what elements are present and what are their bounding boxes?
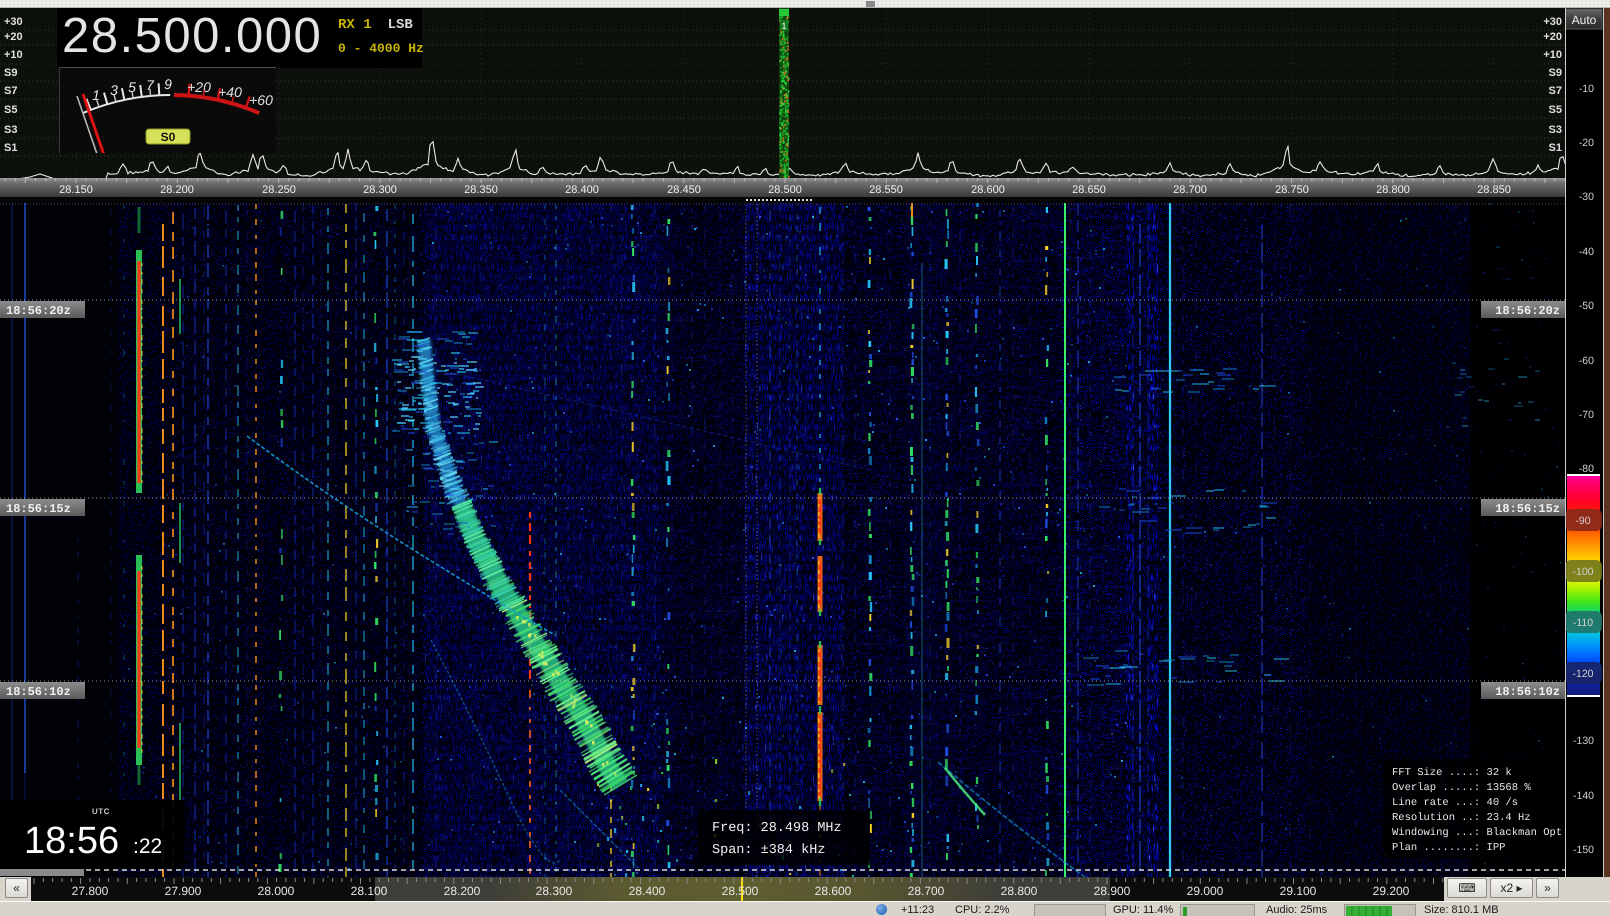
svg-text:28.300: 28.300 (536, 884, 573, 898)
svg-text:-70: -70 (1579, 409, 1594, 421)
svg-text:18:56:10z: 18:56:10z (6, 685, 71, 699)
svg-text:28.400: 28.400 (629, 884, 666, 898)
svg-text:FFT Size ....: 32 k: FFT Size ....: 32 k (1392, 767, 1512, 779)
svg-text:+20: +20 (187, 79, 211, 95)
svg-text:28.600: 28.600 (815, 884, 852, 898)
svg-text:28.550: 28.550 (869, 184, 903, 196)
svg-text:1: 1 (92, 87, 100, 103)
svg-text:Plan ........: IPP: Plan ........: IPP (1392, 842, 1505, 854)
svg-text:Overlap .....: 13568 %: Overlap .....: 13568 % (1392, 782, 1531, 794)
svg-text:27.900: 27.900 (165, 884, 202, 898)
svg-text:Span: ±384 kHz: Span: ±384 kHz (712, 843, 825, 858)
svg-text:-60: -60 (1579, 355, 1594, 367)
svg-text:-120: -120 (1572, 668, 1593, 680)
svg-text:28.700: 28.700 (1173, 184, 1207, 196)
svg-text:9: 9 (164, 76, 172, 92)
svg-text:+60: +60 (249, 92, 273, 108)
svg-text:Freq: 28.498 MHz: Freq: 28.498 MHz (712, 821, 842, 836)
svg-text:-40: -40 (1579, 246, 1594, 258)
svg-text:-140: -140 (1573, 790, 1594, 802)
svg-text:-30: -30 (1579, 191, 1594, 203)
svg-text:28.900: 28.900 (1094, 884, 1131, 898)
svg-text:28.200: 28.200 (444, 884, 481, 898)
svg-text:28.700: 28.700 (908, 884, 945, 898)
svg-text:18:56:20z: 18:56:20z (1495, 304, 1560, 318)
svg-text:28.800: 28.800 (1001, 884, 1038, 898)
svg-text:Auto: Auto (1572, 13, 1597, 27)
svg-text:1: 1 (781, 21, 786, 31)
svg-text:28.750: 28.750 (1275, 184, 1309, 196)
svg-text:28.000: 28.000 (258, 884, 295, 898)
svg-text:28.600: 28.600 (971, 184, 1005, 196)
svg-text::22: :22 (133, 835, 162, 858)
svg-text:+40: +40 (218, 84, 242, 100)
svg-text:UTC: UTC (92, 807, 110, 816)
svg-text:28.500: 28.500 (768, 184, 802, 196)
svg-text:29.000: 29.000 (1187, 884, 1224, 898)
svg-text:28.650: 28.650 (1072, 184, 1106, 196)
svg-text:28.100: 28.100 (351, 884, 388, 898)
svg-text:-90: -90 (1575, 515, 1590, 527)
svg-text:Line rate ...: 40 /s: Line rate ...: 40 /s (1392, 797, 1518, 809)
svg-text:18:56: 18:56 (24, 820, 119, 862)
svg-text:28.200: 28.200 (160, 184, 194, 196)
svg-text:S0: S0 (161, 130, 176, 144)
svg-text:18:56:15z: 18:56:15z (6, 502, 71, 516)
svg-text:Windowing ...: Blackman Opt: Windowing ...: Blackman Opt (1392, 827, 1562, 839)
svg-text:-20: -20 (1579, 137, 1594, 149)
svg-text:29.200: 29.200 (1373, 884, 1410, 898)
svg-text:28.350: 28.350 (464, 184, 498, 196)
svg-text:-110: -110 (1573, 617, 1593, 629)
svg-text:28.500: 28.500 (722, 884, 759, 898)
svg-text:28.150: 28.150 (59, 184, 93, 196)
svg-text:-130: -130 (1573, 735, 1594, 747)
svg-text:28.400: 28.400 (565, 184, 599, 196)
svg-text:18:56:20z: 18:56:20z (6, 304, 71, 318)
svg-text:28.250: 28.250 (262, 184, 296, 196)
svg-text:28.850: 28.850 (1477, 184, 1511, 196)
svg-text:-150: -150 (1573, 844, 1594, 856)
svg-text:Resolution ..: 23.4 Hz: Resolution ..: 23.4 Hz (1392, 812, 1531, 824)
svg-text:28.450: 28.450 (667, 184, 701, 196)
svg-text:18:56:10z: 18:56:10z (1495, 685, 1560, 699)
svg-text:29.100: 29.100 (1280, 884, 1317, 898)
svg-text:-100: -100 (1572, 566, 1593, 578)
svg-text:28.800: 28.800 (1376, 184, 1410, 196)
svg-text:27.800: 27.800 (72, 884, 109, 898)
svg-text:-50: -50 (1579, 300, 1594, 312)
svg-text:28.300: 28.300 (363, 184, 397, 196)
svg-text:-80: -80 (1579, 463, 1594, 475)
svg-text:18:56:15z: 18:56:15z (1495, 502, 1560, 516)
svg-text:-10: -10 (1579, 83, 1594, 95)
